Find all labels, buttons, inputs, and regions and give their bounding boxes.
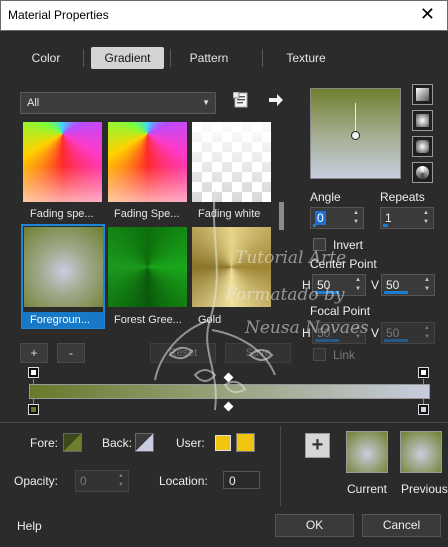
gradient-label: Fading spe... — [30, 208, 94, 220]
focal-v-value: 50 — [386, 326, 400, 340]
style-linear-button[interactable] — [412, 84, 433, 105]
tab-divider — [170, 49, 171, 67]
tab-bar: Color Gradient Pattern Texture — [0, 45, 448, 71]
spin-arrows-icon: ▲ ▼ — [424, 325, 430, 340]
location-label: Location: — [159, 474, 208, 488]
style-rectangular-button[interactable] — [412, 110, 433, 131]
back-label: Back: — [102, 436, 133, 450]
close-icon[interactable]: ✕ — [420, 4, 435, 24]
gradient-swatch-fading-spectrum[interactable] — [23, 122, 102, 202]
angle-value: 0 — [315, 211, 326, 225]
fore-color-box[interactable] — [63, 433, 82, 452]
center-v-value: 50 — [386, 278, 400, 292]
angle-handle-line — [355, 103, 356, 133]
repeats-level-bar — [383, 224, 388, 227]
watermark-text: Formatado by — [225, 285, 345, 305]
title-bar: Material Properties ✕ — [0, 0, 448, 31]
style-radial-button[interactable] — [412, 162, 433, 183]
ok-button[interactable]: OK — [275, 514, 354, 537]
opacity-stepper[interactable]: 0 ▲ ▼ — [75, 470, 129, 492]
angle-label: Angle — [310, 190, 341, 204]
angle-level-bar — [313, 224, 316, 227]
divider — [280, 426, 281, 506]
link-label: Link — [333, 348, 356, 362]
watermark-text: Neusa Novaes — [245, 318, 369, 338]
user-color-box[interactable] — [215, 435, 231, 451]
divider — [0, 422, 448, 423]
add-gradient-button[interactable]: + — [20, 343, 48, 363]
category-value: All — [27, 97, 40, 109]
gradient-swatch-foreground[interactable] — [24, 227, 103, 307]
focal-h-level-bar — [315, 339, 339, 342]
opacity-label: Opacity: — [14, 474, 59, 488]
tab-texture[interactable]: Texture — [270, 47, 342, 69]
center-v-level-bar — [384, 291, 408, 294]
focal-v-level-bar — [384, 339, 408, 342]
opacity-value: 0 — [80, 474, 87, 488]
spin-arrows-icon[interactable]: ▲ ▼ — [351, 209, 361, 227]
center-v-label: V — [371, 278, 380, 292]
tab-pattern[interactable]: Pattern — [175, 47, 243, 69]
spin-arrows-icon: ▲ ▼ — [118, 473, 124, 488]
back-color-box[interactable] — [135, 433, 154, 452]
opacity-stop-left[interactable] — [28, 367, 39, 378]
list-options-icon[interactable] — [232, 91, 249, 108]
spin-arrows-icon[interactable]: ▲ ▼ — [422, 276, 432, 294]
help-link[interactable]: Help — [17, 519, 42, 533]
watermark-text: Tutorial Arte — [235, 248, 347, 268]
repeats-label: Repeats — [380, 190, 425, 204]
category-dropdown[interactable]: All ▼ — [20, 92, 216, 114]
window-title: Material Properties — [8, 8, 109, 22]
user-label: User: — [176, 436, 205, 450]
tab-gradient[interactable]: Gradient — [91, 47, 164, 69]
center-point-handle[interactable] — [351, 131, 360, 140]
focal-v-stepper[interactable]: 50 ▲ ▼ — [381, 322, 435, 344]
tab-divider — [83, 49, 84, 67]
location-value: 0 — [229, 474, 236, 488]
link-checkbox[interactable] — [313, 348, 326, 361]
repeats-stepper[interactable]: 1 ▲ ▼ — [380, 207, 434, 229]
spin-arrows-icon[interactable]: ▲ ▼ — [353, 276, 363, 294]
current-swatch[interactable] — [346, 431, 388, 473]
current-label: Current — [347, 482, 388, 496]
focal-v-label: V — [371, 326, 380, 340]
location-input[interactable]: 0 — [223, 471, 260, 489]
arrow-right-icon[interactable] — [268, 92, 284, 108]
remove-gradient-button[interactable]: - — [57, 343, 85, 363]
repeats-value: 1 — [385, 211, 392, 225]
cancel-button[interactable]: Cancel — [362, 514, 441, 537]
tab-color[interactable]: Color — [14, 47, 78, 69]
spin-arrows-icon[interactable]: ▲ ▼ — [421, 209, 431, 227]
add-swatch-button[interactable]: + — [305, 433, 330, 458]
user-color-swatch[interactable] — [236, 433, 255, 452]
gradient-preview[interactable] — [310, 88, 401, 179]
opacity-stop-right[interactable] — [418, 367, 429, 378]
fore-label: Fore: — [30, 436, 59, 450]
chevron-down-icon: ▼ — [202, 98, 210, 107]
focal-point-label: Focal Point — [310, 304, 371, 318]
tab-divider — [262, 49, 263, 67]
previous-swatch[interactable] — [400, 431, 442, 473]
gradient-label-selected: Foregroun... — [22, 312, 104, 328]
angle-stepper[interactable]: 0 ▲ ▼ — [310, 207, 364, 229]
style-sunburst-button[interactable] — [412, 136, 433, 157]
previous-label: Previous — [401, 482, 448, 496]
center-v-stepper[interactable]: 50 ▲ ▼ — [381, 274, 435, 296]
color-stop-right[interactable] — [418, 404, 429, 415]
color-stop-left[interactable] — [28, 404, 39, 415]
